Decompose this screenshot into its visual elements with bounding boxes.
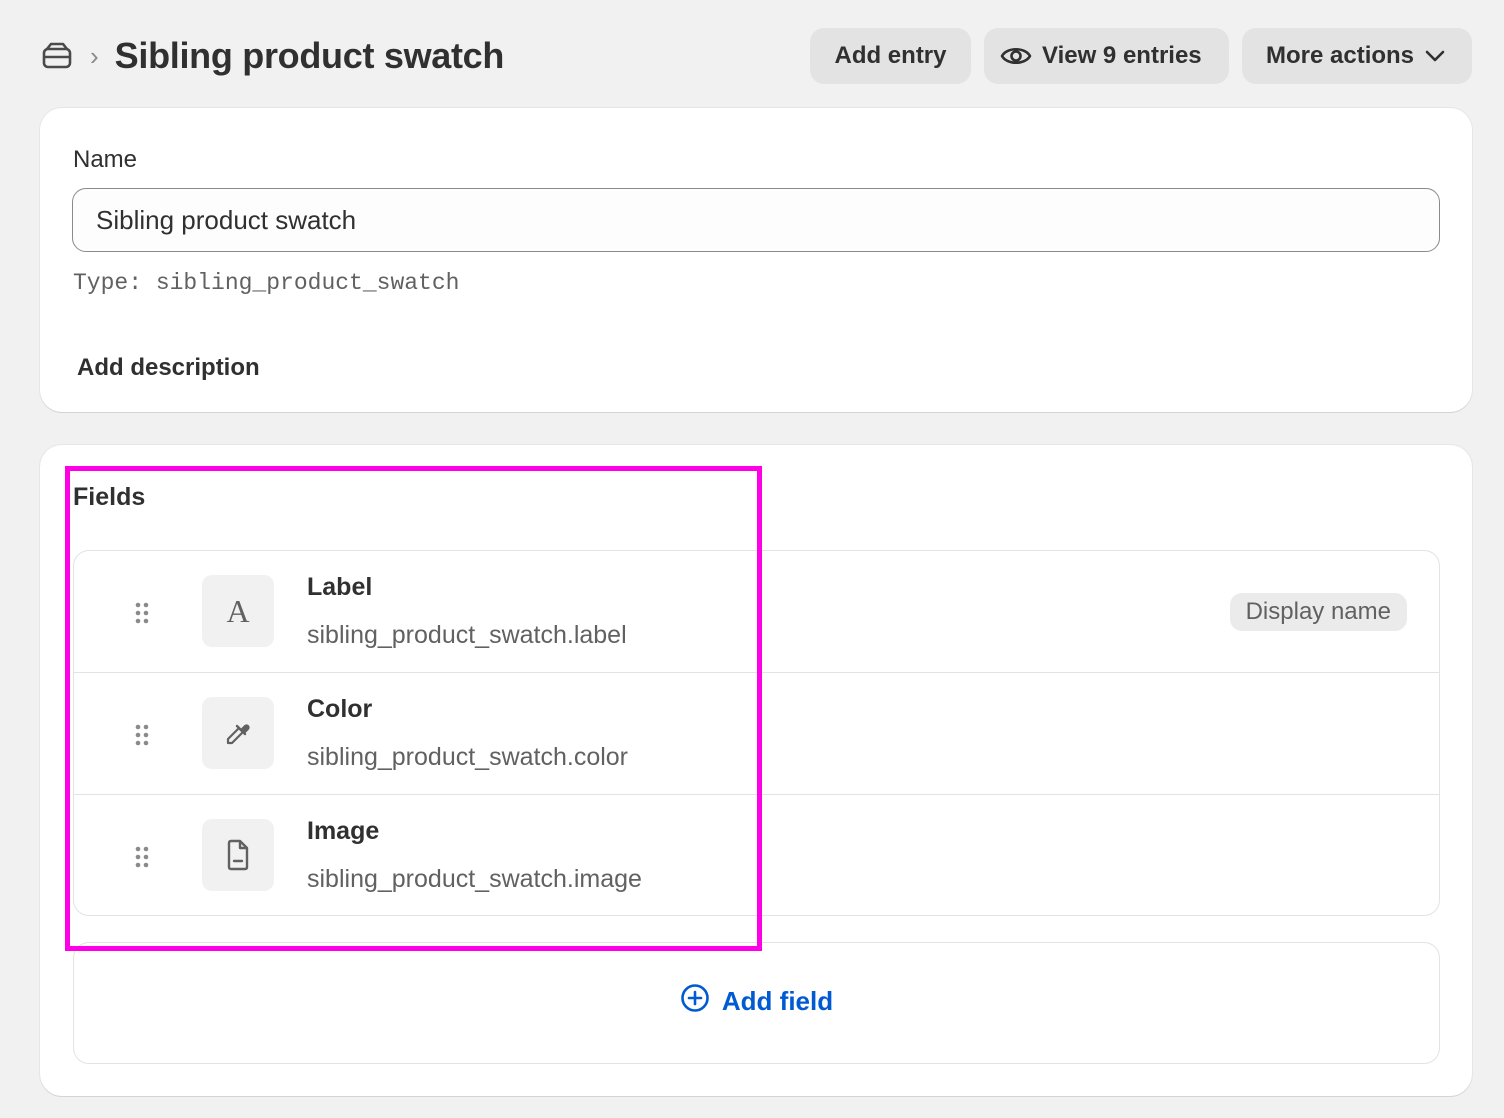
- add-description-button[interactable]: Add description: [77, 354, 260, 382]
- drag-handle-icon[interactable]: [134, 601, 150, 625]
- field-key: sibling_product_swatch.color: [307, 743, 629, 771]
- field-name: Label: [307, 573, 373, 601]
- eyedropper-icon: [202, 697, 274, 769]
- plus-circle-icon: [680, 983, 710, 1020]
- view-entries-button[interactable]: View 9 entries: [984, 28, 1229, 84]
- field-key: sibling_product_swatch.image: [307, 865, 642, 893]
- name-label: Name: [73, 146, 138, 173]
- add-entry-label: Add entry: [834, 42, 947, 69]
- svg-text:A: A: [226, 595, 249, 627]
- add-field-container: Add field: [73, 942, 1440, 1064]
- add-field-button[interactable]: Add field: [680, 983, 833, 1020]
- header-actions: Add entry View 9 entries More actions: [810, 28, 1472, 84]
- file-icon: [202, 819, 274, 891]
- fields-title: Fields: [73, 483, 146, 511]
- type-line: Type: sibling_product_swatch: [73, 270, 460, 296]
- page-header: › Sibling product swatch Add entry View …: [40, 28, 1472, 84]
- field-name: Color: [307, 695, 373, 723]
- page: › Sibling product swatch Add entry View …: [0, 0, 1504, 1118]
- metaobject-icon[interactable]: [40, 39, 74, 73]
- field-key: sibling_product_swatch.label: [307, 621, 627, 649]
- field-row-image[interactable]: Image sibling_product_swatch.image: [74, 795, 1439, 915]
- fields-card: Fields A Label sibling_product_swatch.la…: [40, 445, 1472, 1096]
- add-entry-button[interactable]: Add entry: [810, 28, 971, 84]
- eye-icon: [1000, 44, 1032, 68]
- field-name: Image: [307, 817, 380, 845]
- add-field-label: Add field: [721, 985, 834, 1016]
- drag-handle-icon[interactable]: [134, 723, 150, 747]
- more-actions-label: More actions: [1266, 42, 1415, 69]
- breadcrumb-separator: ›: [90, 40, 99, 71]
- text-icon: A: [202, 575, 274, 647]
- more-actions-button[interactable]: More actions: [1242, 28, 1472, 84]
- drag-handle-icon[interactable]: [134, 845, 150, 869]
- chevron-down-icon: [1424, 49, 1446, 63]
- name-input[interactable]: [72, 188, 1440, 252]
- display-name-badge: Display name: [1229, 593, 1407, 631]
- fields-list: A Label sibling_product_swatch.label Dis…: [73, 550, 1440, 916]
- definition-card: Name Type: sibling_product_swatch Add de…: [40, 108, 1472, 412]
- view-entries-label: View 9 entries: [1042, 42, 1202, 69]
- breadcrumb: › Sibling product swatch: [40, 35, 504, 77]
- page-title: Sibling product swatch: [114, 35, 505, 76]
- field-row-label[interactable]: A Label sibling_product_swatch.label Dis…: [74, 551, 1439, 673]
- field-row-color[interactable]: Color sibling_product_swatch.color: [74, 673, 1439, 795]
